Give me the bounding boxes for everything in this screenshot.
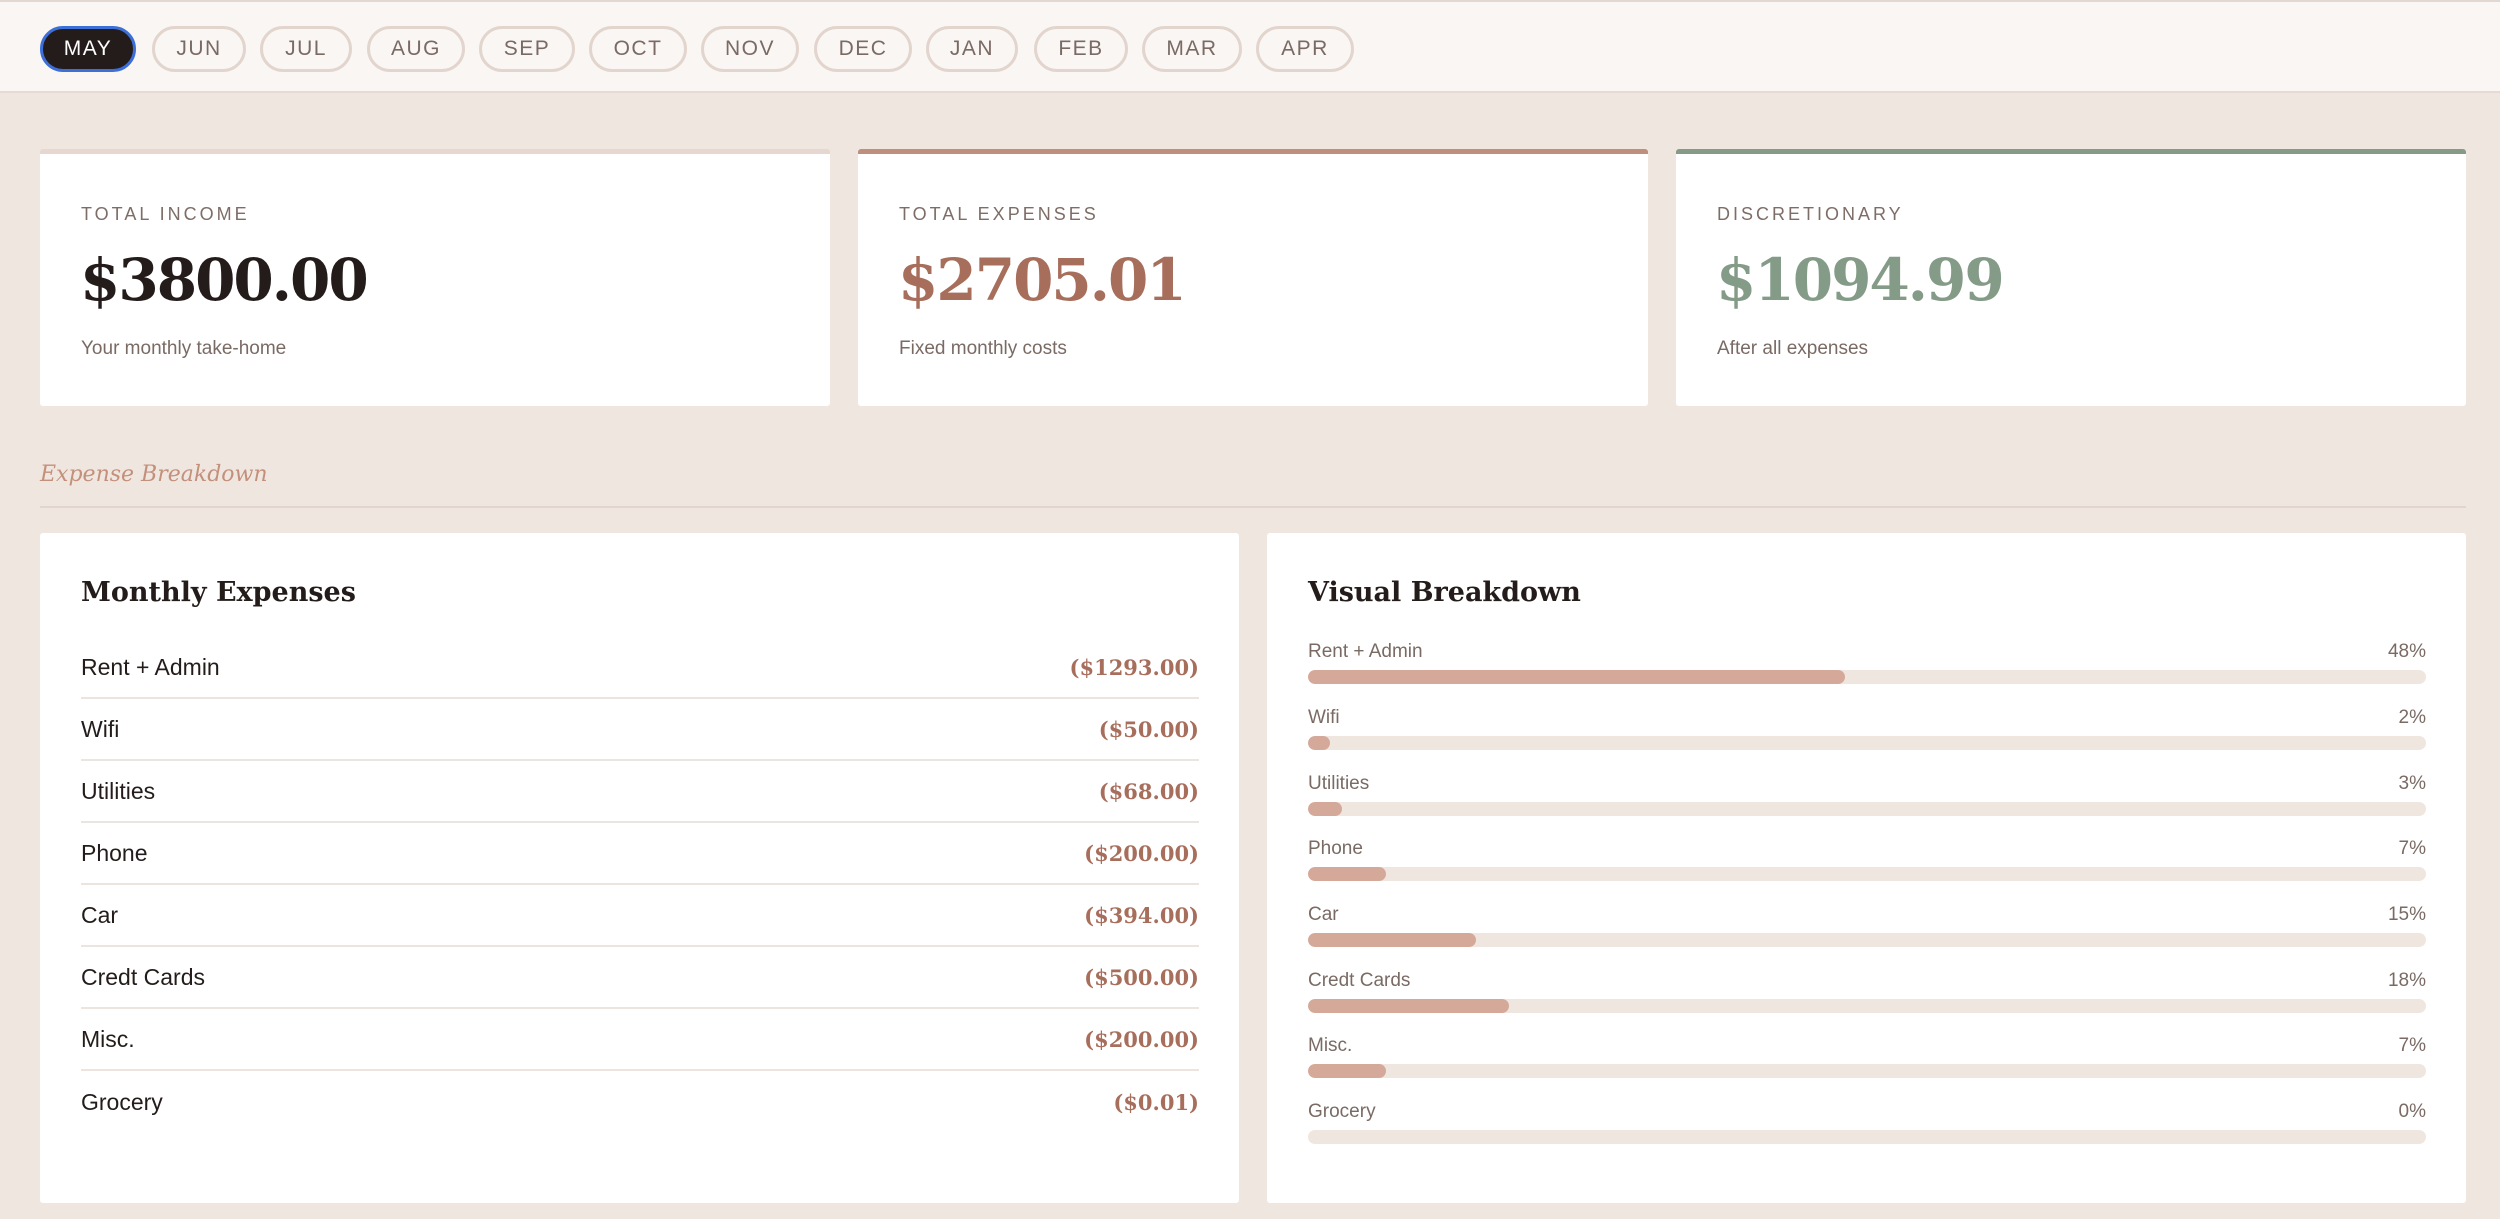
expense-amount: ($68.00) bbox=[1098, 778, 1199, 804]
month-tab-oct[interactable]: OCT bbox=[589, 26, 687, 72]
expense-row: Misc. ($200.00) bbox=[81, 1009, 1199, 1071]
expense-name: Grocery bbox=[81, 1088, 163, 1115]
breakdown-item: Misc. 7% bbox=[1308, 1035, 2426, 1091]
breakdown-bar-fill bbox=[1308, 736, 1331, 750]
discretionary-label: DISCRETIONARY bbox=[1717, 204, 1904, 224]
total-expenses-card: TOTAL EXPENSES $2705.01 Fixed monthly co… bbox=[858, 149, 1648, 406]
breakdown-item: Rent + Admin 48% bbox=[1308, 641, 2426, 697]
breakdown-label: Credt Cards bbox=[1308, 970, 1411, 991]
expense-name: Rent + Admin bbox=[81, 653, 220, 680]
breakdown-item: Phone 7% bbox=[1308, 838, 2426, 894]
breakdown-percent: 48% bbox=[2387, 641, 2426, 662]
month-tab-sep[interactable]: SEP bbox=[479, 26, 575, 72]
expense-amount: ($50.00) bbox=[1098, 716, 1199, 742]
expense-amount: ($394.00) bbox=[1084, 902, 1199, 928]
discretionary-subtitle: After all expenses bbox=[1717, 338, 1869, 359]
expense-row: Credt Cards ($500.00) bbox=[81, 947, 1199, 1009]
month-tab-may[interactable]: MAY bbox=[40, 26, 136, 72]
breakdown-bar-track bbox=[1308, 736, 2426, 750]
breakdown-label: Car bbox=[1308, 904, 1339, 925]
expense-row: Car ($394.00) bbox=[81, 885, 1199, 947]
breakdown-percent: 2% bbox=[2398, 707, 2426, 728]
month-tab-mar[interactable]: MAR bbox=[1142, 26, 1242, 72]
expense-amount: ($200.00) bbox=[1084, 1026, 1199, 1052]
month-tab-jun[interactable]: JUN bbox=[152, 26, 246, 72]
month-selector-bar: MAY JUN JUL AUG SEP OCT NOV DEC JAN FEB … bbox=[0, 0, 2500, 93]
total-expenses-subtitle: Fixed monthly costs bbox=[899, 338, 1067, 359]
discretionary-value: $1094.99 bbox=[1716, 246, 2005, 314]
breakdown-item: Grocery 0% bbox=[1308, 1101, 2426, 1157]
breakdown-bar-fill bbox=[1308, 999, 1510, 1013]
monthly-expenses-title: Monthly Expenses bbox=[81, 577, 356, 608]
expense-amount: ($200.00) bbox=[1084, 840, 1199, 866]
expense-amount: ($0.01) bbox=[1113, 1089, 1199, 1115]
section-divider bbox=[40, 506, 2466, 508]
monthly-expenses-panel: Monthly Expenses Rent + Admin ($1293.00)… bbox=[40, 533, 1239, 1203]
breakdown-label: Rent + Admin bbox=[1308, 641, 1423, 662]
expense-name: Wifi bbox=[81, 715, 120, 742]
breakdown-bar-fill bbox=[1308, 867, 1387, 881]
visual-breakdown-title: Visual Breakdown bbox=[1308, 577, 1581, 608]
breakdown-bar-fill bbox=[1308, 933, 1476, 947]
breakdown-bar-track bbox=[1308, 802, 2426, 816]
breakdown-label: Phone bbox=[1308, 838, 1363, 859]
expense-name: Phone bbox=[81, 839, 148, 866]
breakdown-bar-fill bbox=[1308, 670, 1845, 684]
expense-name: Credt Cards bbox=[81, 963, 205, 990]
month-tab-jan[interactable]: JAN bbox=[926, 26, 1018, 72]
total-income-label: TOTAL INCOME bbox=[81, 204, 250, 224]
breakdown-percent: 15% bbox=[2387, 904, 2426, 925]
month-tab-apr[interactable]: APR bbox=[1256, 26, 1354, 72]
total-income-subtitle: Your monthly take-home bbox=[81, 338, 287, 359]
breakdown-item: Car 15% bbox=[1308, 904, 2426, 960]
breakdown-percent: 18% bbox=[2387, 970, 2426, 991]
breakdown-bar-track bbox=[1308, 867, 2426, 881]
breakdown-bar-track bbox=[1308, 999, 2426, 1013]
expense-name: Misc. bbox=[81, 1025, 135, 1052]
breakdown-item: Utilities 3% bbox=[1308, 773, 2426, 829]
expense-row: Grocery ($0.01) bbox=[81, 1071, 1199, 1133]
breakdown-bar-track bbox=[1308, 933, 2426, 947]
month-tab-feb[interactable]: FEB bbox=[1034, 26, 1128, 72]
month-tab-dec[interactable]: DEC bbox=[814, 26, 912, 72]
breakdown-item: Credt Cards 18% bbox=[1308, 970, 2426, 1026]
breakdown-percent: 7% bbox=[2398, 838, 2426, 859]
month-tab-aug[interactable]: AUG bbox=[367, 26, 465, 72]
total-expenses-label: TOTAL EXPENSES bbox=[899, 204, 1099, 224]
section-title: Expense Breakdown bbox=[40, 462, 268, 487]
month-tab-jul[interactable]: JUL bbox=[260, 26, 352, 72]
expense-amount: ($500.00) bbox=[1084, 964, 1199, 990]
breakdown-bar-track bbox=[1308, 1130, 2426, 1144]
total-expenses-value: $2705.01 bbox=[898, 246, 1187, 314]
breakdown-bar-track bbox=[1308, 1064, 2426, 1078]
breakdown-bar-fill bbox=[1308, 802, 1342, 816]
breakdown-label: Grocery bbox=[1308, 1101, 1376, 1122]
breakdown-percent: 0% bbox=[2398, 1101, 2426, 1122]
breakdown-bar-track bbox=[1308, 670, 2426, 684]
visual-breakdown-panel: Visual Breakdown Rent + Admin 48% Wifi 2… bbox=[1267, 533, 2466, 1203]
expense-row: Phone ($200.00) bbox=[81, 823, 1199, 885]
expense-amount: ($1293.00) bbox=[1069, 654, 1199, 680]
breakdown-item: Wifi 2% bbox=[1308, 707, 2426, 763]
breakdown-percent: 7% bbox=[2398, 1035, 2426, 1056]
expense-name: Car bbox=[81, 901, 119, 928]
breakdown-label: Wifi bbox=[1308, 707, 1340, 728]
total-income-card: TOTAL INCOME $3800.00 Your monthly take-… bbox=[40, 149, 830, 406]
discretionary-card: DISCRETIONARY $1094.99 After all expense… bbox=[1676, 149, 2466, 406]
breakdown-label: Utilities bbox=[1308, 773, 1370, 794]
expense-name: Utilities bbox=[81, 777, 156, 804]
expense-row: Rent + Admin ($1293.00) bbox=[81, 637, 1199, 699]
total-income-value: $3800.00 bbox=[80, 246, 369, 314]
expense-row: Wifi ($50.00) bbox=[81, 699, 1199, 761]
breakdown-bar-fill bbox=[1308, 1064, 1387, 1078]
expense-row: Utilities ($68.00) bbox=[81, 761, 1199, 823]
breakdown-percent: 3% bbox=[2398, 773, 2426, 794]
breakdown-label: Misc. bbox=[1308, 1035, 1353, 1056]
month-tab-nov[interactable]: NOV bbox=[701, 26, 799, 72]
